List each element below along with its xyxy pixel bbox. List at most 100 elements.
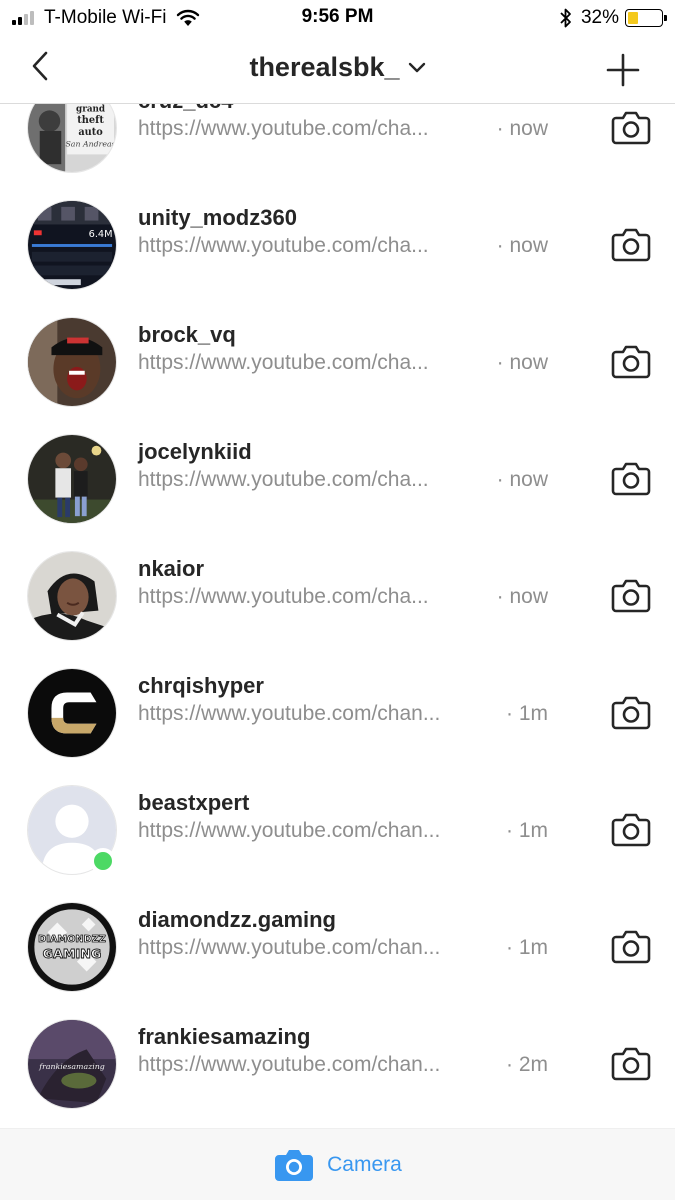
avatar[interactable] — [27, 551, 117, 641]
svg-text:GAMING: GAMING — [43, 946, 102, 961]
camera-button[interactable] — [606, 104, 656, 152]
camera-button[interactable] — [606, 1038, 656, 1088]
timestamp: · now — [496, 468, 548, 491]
battery-tip — [664, 15, 667, 21]
preview-text: https://www.youtube.com/chan... — [138, 1053, 441, 1076]
preview-text: https://www.youtube.com/cha... — [138, 351, 429, 374]
timestamp: · 2m — [506, 1053, 548, 1076]
avatar[interactable]: grand theft auto San Andreas — [27, 104, 117, 173]
preview-text: https://www.youtube.com/chan... — [138, 702, 441, 725]
carrier-label: T-Mobile Wi-Fi — [44, 7, 167, 28]
conversation-preview: https://www.youtube.com/cha... · now — [138, 351, 548, 375]
conversation-row[interactable]: grand theft auto San Andreas cruz_dc4 ht… — [0, 104, 675, 194]
avatar[interactable]: DIAMONDZZ GAMING — [27, 902, 117, 992]
conversation-row[interactable]: frankiesamazing frankiesamazing https://… — [0, 1013, 675, 1128]
preview-text: https://www.youtube.com/chan... — [138, 936, 441, 959]
conversation-list[interactable]: grand theft auto San Andreas cruz_dc4 ht… — [0, 104, 675, 1128]
svg-text:DIAMONDZZ: DIAMONDZZ — [38, 934, 106, 945]
account-title[interactable]: therealsbk_ — [249, 52, 399, 83]
camera-icon — [611, 813, 651, 847]
online-status-indicator — [90, 848, 116, 874]
conversation-username: unity_modz360 — [138, 205, 297, 230]
camera-button[interactable] — [606, 687, 656, 737]
battery-icon — [625, 9, 667, 27]
conversation-row[interactable]: DIAMONDZZ GAMING diamondzz.gaming https:… — [0, 896, 675, 1013]
avatar-image — [28, 552, 116, 640]
svg-text:grand: grand — [76, 104, 105, 114]
conversation-preview: https://www.youtube.com/cha... · now — [138, 468, 548, 492]
conversation-username: diamondzz.gaming — [138, 907, 336, 932]
camera-icon — [611, 1047, 651, 1081]
conversation-username: nkaior — [138, 556, 205, 581]
conversation-preview: https://www.youtube.com/cha... · now — [138, 234, 548, 258]
status-left: T-Mobile Wi-Fi — [12, 6, 200, 30]
avatar[interactable]: 6.4M — [27, 200, 117, 290]
timestamp: · now — [496, 234, 548, 257]
camera-icon — [611, 579, 651, 613]
preview-text: https://www.youtube.com/cha... — [138, 468, 429, 491]
signal-strength-icon — [12, 11, 36, 25]
svg-text:frankiesamazing: frankiesamazing — [38, 1062, 105, 1071]
conversation-preview: https://www.youtube.com/chan... · 1m — [138, 702, 548, 726]
chevron-down-icon[interactable] — [408, 62, 426, 74]
conversation-row[interactable]: chrqishyper https://www.youtube.com/chan… — [0, 662, 675, 779]
preview-text: https://www.youtube.com/cha... — [138, 234, 429, 257]
conversation-username: frankiesamazing — [138, 1024, 311, 1049]
camera-icon — [611, 111, 651, 145]
camera-icon — [611, 345, 651, 379]
timestamp: · 1m — [506, 702, 548, 725]
camera-icon — [275, 1149, 314, 1181]
conversation-preview: https://www.youtube.com/cha... · now — [138, 585, 548, 609]
timestamp: · now — [496, 351, 548, 374]
camera-icon — [611, 930, 651, 964]
svg-text:theft: theft — [77, 115, 104, 126]
preview-text: https://www.youtube.com/cha... — [138, 585, 429, 608]
conversation-row[interactable]: jocelynkiid https://www.youtube.com/cha.… — [0, 428, 675, 545]
wifi-icon — [177, 9, 200, 26]
conversation-row[interactable]: beastxpert https://www.youtube.com/chan.… — [0, 779, 675, 896]
new-message-button[interactable] — [603, 50, 643, 90]
battery-percent: 32% — [580, 7, 619, 28]
svg-text:San Andreas: San Andreas — [65, 140, 115, 149]
preview-text: https://www.youtube.com/chan... — [138, 819, 441, 842]
avatar-image: DIAMONDZZ GAMING — [28, 903, 116, 991]
camera-icon — [611, 696, 651, 730]
timestamp: · 1m — [506, 936, 548, 959]
conversation-preview: https://www.youtube.com/chan... · 1m — [138, 819, 548, 843]
status-bar: T-Mobile Wi-Fi 9:56 PM 32% — [0, 0, 675, 36]
preview-text: https://www.youtube.com/cha... — [138, 117, 429, 140]
header: therealsbk_ — [0, 36, 675, 104]
camera-button[interactable] — [606, 570, 656, 620]
avatar[interactable]: frankiesamazing — [27, 1019, 117, 1109]
conversation-row[interactable]: nkaior https://www.youtube.com/cha... · … — [0, 545, 675, 662]
avatar[interactable] — [27, 317, 117, 407]
bluetooth-icon — [560, 8, 571, 28]
avatar[interactable] — [27, 668, 117, 758]
camera-icon — [611, 462, 651, 496]
camera-button[interactable] — [606, 921, 656, 971]
plus-icon — [606, 53, 640, 87]
avatar-image: grand theft auto San Andreas — [28, 104, 116, 172]
camera-button[interactable] — [606, 804, 656, 854]
avatar-image — [28, 669, 116, 757]
conversation-preview: https://www.youtube.com/chan... · 2m — [138, 1053, 548, 1077]
avatar-image: frankiesamazing — [28, 1020, 116, 1108]
conversation-username: cruz_dc4 — [138, 104, 233, 114]
conversation-username: chrqishyper — [138, 673, 264, 698]
camera-button[interactable] — [606, 219, 656, 269]
conversation-preview: https://www.youtube.com/chan... · 1m — [138, 936, 548, 960]
conversation-row[interactable]: 6.4M unity_modz360 https://www.youtube.c… — [0, 194, 675, 311]
camera-icon — [611, 228, 651, 262]
svg-text:auto: auto — [78, 127, 103, 138]
timestamp: · now — [496, 117, 548, 140]
timestamp: · 1m — [506, 819, 548, 842]
camera-bar-button[interactable]: Camera — [0, 1128, 675, 1200]
conversation-row[interactable]: brock_vq https://www.youtube.com/cha... … — [0, 311, 675, 428]
conversation-username: beastxpert — [138, 790, 250, 815]
camera-button[interactable] — [606, 336, 656, 386]
battery-fill — [628, 12, 639, 24]
avatar[interactable] — [27, 434, 117, 524]
camera-button[interactable] — [606, 453, 656, 503]
svg-text:6.4M: 6.4M — [89, 229, 113, 240]
title-wrap: therealsbk_ — [0, 52, 675, 83]
